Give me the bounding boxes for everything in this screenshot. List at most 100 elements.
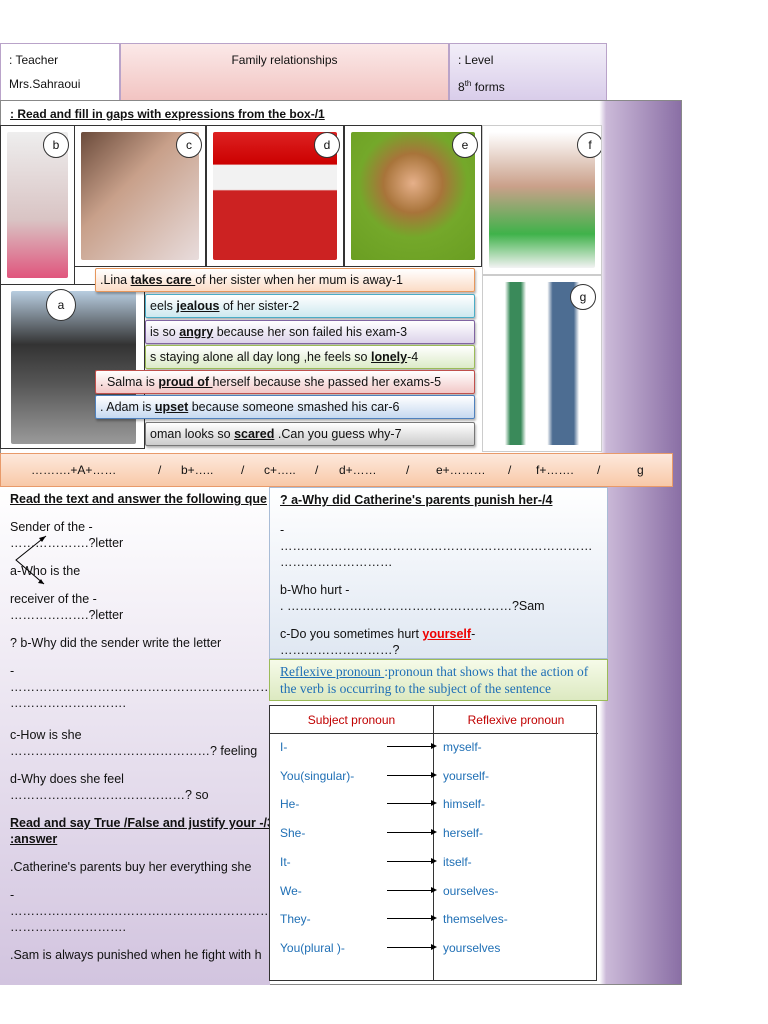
exercise1-instruction: : Read and fill in gaps with expressions… [10, 107, 325, 121]
level-cell: : Level 8th forms [449, 43, 607, 101]
answer-f[interactable]: f+……. [536, 454, 574, 486]
table-row: We-ourselves- [270, 884, 598, 912]
dash: - [471, 627, 476, 641]
answer-field[interactable]: …………………………………………? feeling [10, 743, 260, 759]
arrow-right-icon [387, 886, 437, 893]
photo-c: c [74, 125, 206, 267]
photo-label: f [577, 132, 601, 158]
answer-b[interactable]: b+….. [181, 454, 213, 486]
answer-a[interactable]: ……….+A+…… [31, 454, 116, 486]
answer-field[interactable]: ………………………………………………………………… [280, 538, 597, 554]
answer-field[interactable]: ………………………. [10, 695, 260, 711]
subject-pronoun: It- [280, 854, 291, 869]
keyword-yourself: yourself [422, 627, 472, 641]
answer-field[interactable]: . ………………………………………………?Sam [280, 598, 597, 614]
answer-e[interactable]: e+……… [436, 454, 486, 486]
sentence-3: is so angry because her son failed his e… [145, 320, 475, 344]
arrow-right-icon [387, 800, 437, 807]
true-false-statement-2: .Sam is always punished when he fight wi… [10, 948, 262, 962]
separator: / [508, 463, 512, 477]
subject-pronoun: He- [280, 797, 300, 812]
separator: / [597, 463, 601, 477]
sentence-6: . Adam is upset because someone smashed … [95, 395, 475, 419]
separator: / [158, 463, 162, 477]
arrow-right-icon [387, 743, 437, 749]
reflexive-pronoun: yourself- [443, 768, 490, 783]
photo-label: c [176, 132, 202, 158]
reflexive-pronoun: herself- [443, 826, 484, 841]
sentence-7: oman looks so scared .Can you guess why-… [145, 422, 475, 446]
subject-pronoun: You(plural )- [280, 940, 345, 955]
answer-d[interactable]: d+…… [339, 454, 377, 486]
table-row: She-herself- [270, 826, 598, 854]
comprehension-questions: ? a-Why did Catherine's parents punish h… [269, 487, 608, 659]
question-d: d-Why does she feel [10, 772, 124, 786]
arrow-right-icon [387, 943, 437, 950]
level-label: : Level [458, 53, 494, 67]
question-a: ? a-Why did Catherine's parents punish h… [280, 493, 553, 507]
photo-e: e [344, 125, 482, 267]
separator: / [241, 463, 245, 477]
answer-field[interactable]: ………………………. [10, 919, 260, 935]
answer-field[interactable]: ……………….?letter [10, 607, 260, 623]
answer-field[interactable]: ……………………………………? so [10, 787, 260, 803]
table-row: It-itself- [270, 855, 598, 883]
table-row: He-himself- [270, 797, 598, 825]
sentence-2: eels jealous of her sister-2 [145, 294, 475, 318]
table-row: They-themselves- [270, 912, 598, 940]
question-c: c-Do you sometimes hurt [280, 627, 423, 641]
header-reflexive-pronoun: Reflexive pronoun [434, 706, 598, 734]
answer-field[interactable]: ……………………… [280, 554, 597, 570]
answer-c[interactable]: c+….. [264, 454, 296, 486]
photo-label: g [570, 284, 596, 310]
photo-f: f [482, 125, 602, 275]
question-c: c-How is she [10, 728, 82, 742]
separator: / [406, 463, 410, 477]
table-row: You(singular)- yourself- [270, 769, 598, 797]
sender-receiver-arrows-icon [15, 535, 47, 585]
arrow-right-icon [387, 915, 437, 922]
photo-b: b [0, 125, 75, 285]
sentence-5: . Salma is proud of herself because she … [95, 370, 475, 394]
subject-pronoun: They- [280, 912, 311, 927]
question-b: ? b-Why did the sender write the letter [10, 636, 222, 650]
reflexive-pronoun: itself- [443, 854, 472, 869]
reflexive-pronoun: himself- [443, 797, 486, 812]
reflexive-pronoun: myself- [443, 740, 482, 754]
separator: / [315, 463, 319, 477]
dash: - [10, 888, 15, 902]
photo-g: g [482, 275, 602, 452]
header-subject-pronoun: Subject pronoun [270, 706, 434, 734]
answer-field[interactable]: …………………………………………………………… [10, 679, 270, 695]
question-a-line3: receiver of the - [10, 592, 97, 606]
definition-term: Reflexive pronoun [280, 664, 385, 679]
dash: - [10, 664, 15, 678]
arrow-right-icon [387, 857, 437, 864]
answer-field[interactable]: …………………………………………………………… [10, 903, 270, 919]
sentence-1: .Lina takes care of her sister when her … [95, 268, 475, 292]
true-false-statement-1: .Catherine's parents buy her everything … [10, 860, 252, 874]
answer-bar: ……….+A+…… / b+….. / c+….. / d+…… / e+………… [0, 453, 673, 487]
photo-label: e [452, 132, 478, 158]
subject-pronoun: You(singular)- [280, 768, 355, 783]
teacher-cell: : Teacher Mrs.Sahraoui [0, 43, 120, 101]
reflexive-definition: Reflexive pronoun :pronoun that shows th… [269, 659, 608, 701]
photo-d: d [206, 125, 344, 267]
sentence-4: s staying alone all day long ,he feels s… [145, 345, 475, 369]
reflexive-pronoun: themselves- [443, 912, 508, 927]
pronoun-table: Subject pronoun Reflexive pronoun I-myse… [269, 705, 598, 981]
subject-pronoun: I- [280, 740, 288, 754]
table-row: You(plural )- yourselves [270, 941, 598, 969]
level-value: 8th forms [458, 79, 505, 94]
answer-g[interactable]: g [637, 454, 644, 486]
answer-field[interactable]: ………………………? [280, 642, 597, 658]
subject-pronoun: We- [280, 883, 302, 898]
title-cell: Family relationships [120, 43, 449, 101]
reflexive-pronoun: yourselves [443, 940, 501, 955]
photo-label: d [314, 132, 340, 158]
reflexive-pronoun: ourselves- [443, 883, 499, 898]
teacher-label: : Teacher [9, 53, 59, 67]
question-b: b-Who hurt - [280, 583, 350, 597]
photo-label: a [46, 289, 76, 321]
teacher-name: Mrs.Sahraoui [9, 77, 81, 91]
